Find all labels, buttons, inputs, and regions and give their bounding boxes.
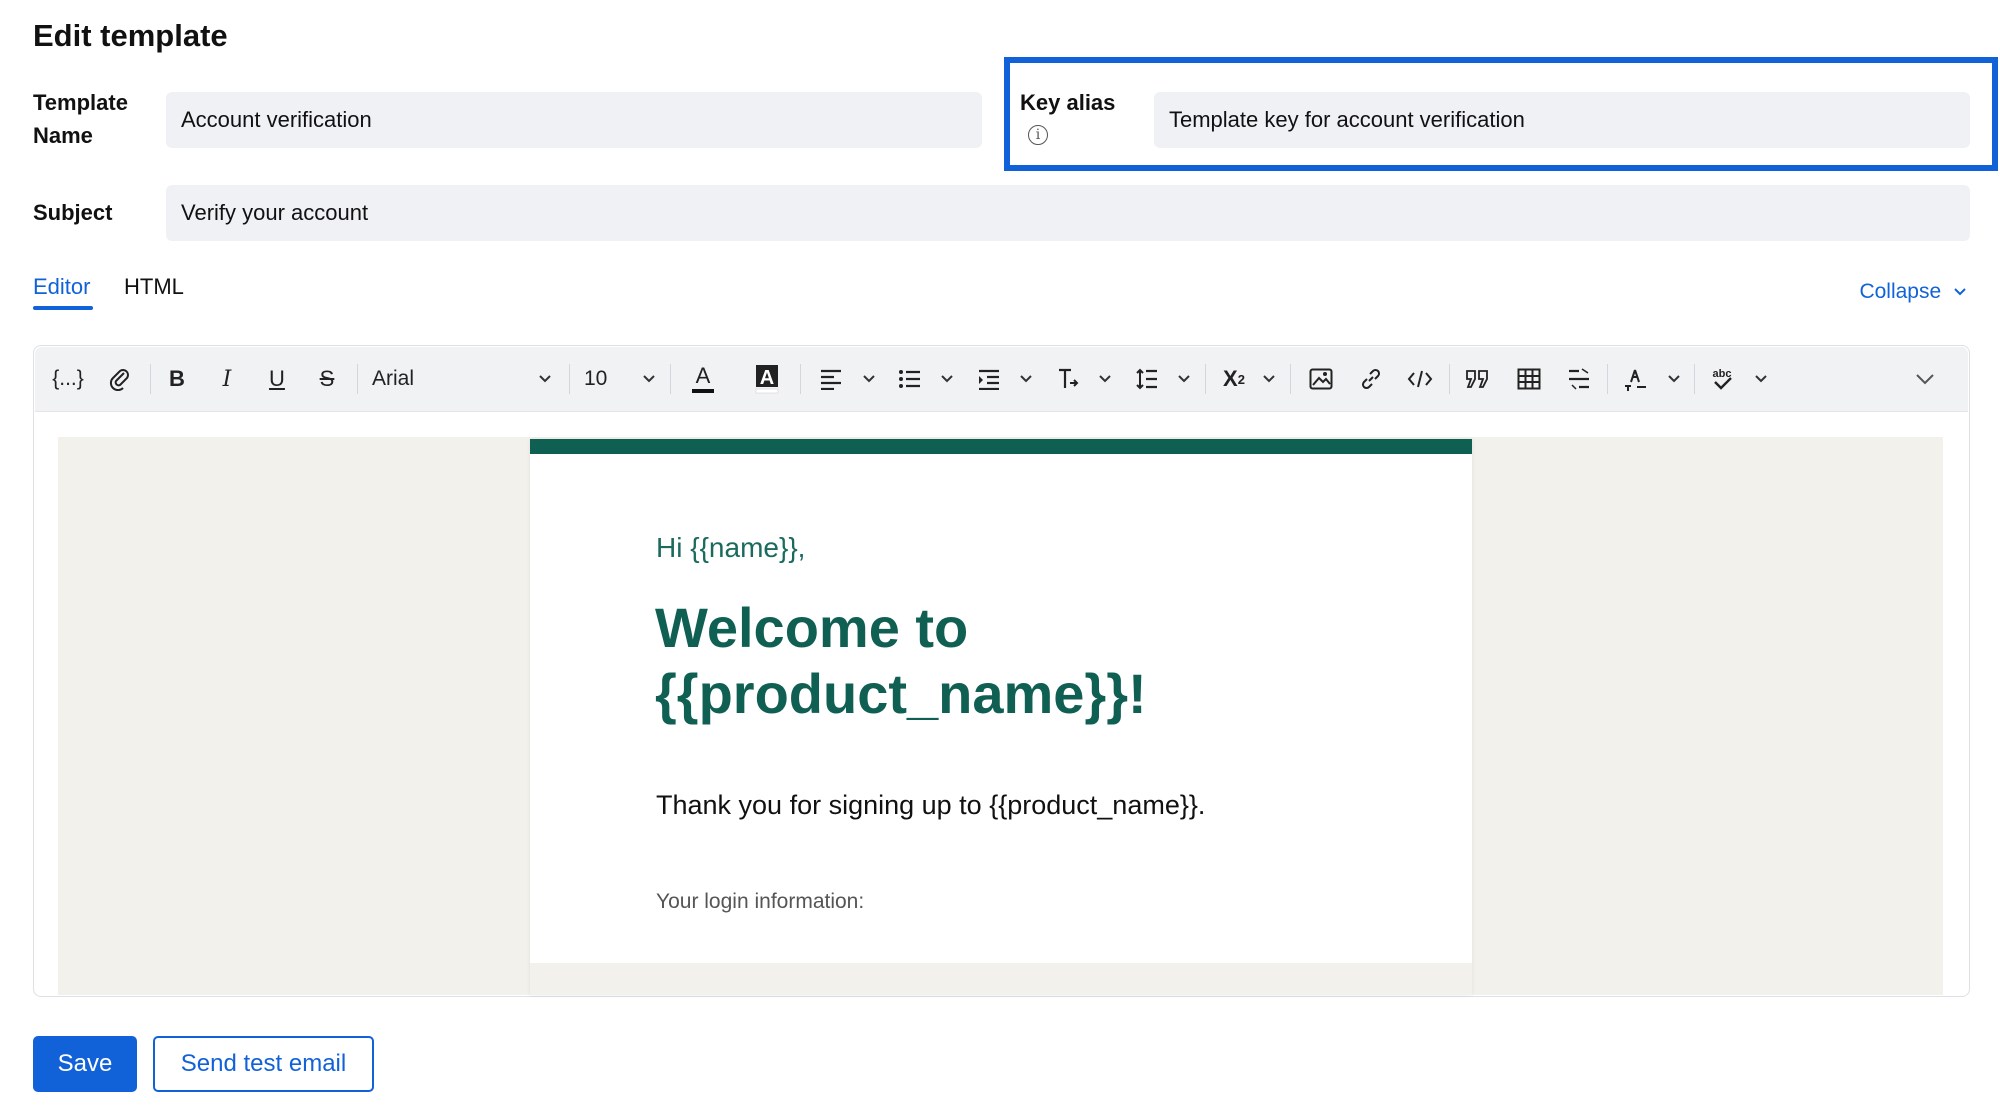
key-alias-value: Template key for account verification: [1169, 107, 1525, 132]
chevron-down-icon[interactable]: [1177, 362, 1191, 396]
chevron-down-icon[interactable]: [1098, 362, 1112, 396]
attachment-icon[interactable]: [104, 358, 136, 400]
email-headline-line1: Welcome to: [655, 596, 969, 659]
text-direction-icon[interactable]: [1620, 358, 1652, 400]
chevron-down-icon: [642, 374, 656, 384]
save-button[interactable]: Save: [33, 1036, 137, 1092]
svg-text:A: A: [696, 363, 711, 388]
underline-icon[interactable]: U: [263, 358, 291, 400]
template-name-label: Template Name: [33, 86, 128, 152]
template-name-value: Account verification: [181, 107, 372, 132]
code-icon[interactable]: [1404, 358, 1436, 400]
link-icon[interactable]: [1356, 358, 1386, 400]
spellcheck-icon[interactable]: abc: [1707, 358, 1739, 400]
collapse-label: Collapse: [1859, 280, 1942, 303]
email-greeting: Hi {{name}},: [656, 532, 806, 563]
key-alias-label: Key alias: [1020, 90, 1116, 115]
chevron-down-icon[interactable]: [1667, 362, 1681, 396]
email-header-bar: [530, 439, 1472, 454]
key-alias-input[interactable]: Template key for account verification: [1154, 92, 1970, 148]
chevron-down-icon: [1953, 287, 1967, 297]
chevron-down-icon[interactable]: [940, 362, 954, 396]
strikethrough-icon[interactable]: S: [313, 358, 341, 400]
info-icon[interactable]: i: [1028, 125, 1048, 145]
horizontal-rule-icon[interactable]: [1564, 358, 1594, 400]
send-test-email-button[interactable]: Send test email: [153, 1036, 374, 1092]
email-body-text: Thank you for signing up to {{product_na…: [656, 790, 1206, 820]
subject-input[interactable]: Verify your account: [166, 185, 1970, 241]
tab-editor[interactable]: Editor: [33, 272, 90, 302]
font-size-select[interactable]: 10: [584, 358, 656, 400]
template-name-label-line1: Template: [33, 90, 128, 115]
chevron-down-icon[interactable]: [1754, 362, 1768, 396]
font-family-value: Arial: [372, 367, 415, 390]
font-size-value: 10: [584, 367, 608, 390]
superscript-icon[interactable]: X2: [1217, 358, 1251, 400]
image-icon[interactable]: [1306, 358, 1336, 400]
template-name-label-line2: Name: [33, 123, 93, 148]
svg-text:abc: abc: [1713, 368, 1732, 380]
chevron-down-icon: [538, 374, 552, 384]
chevron-down-icon[interactable]: [1019, 362, 1033, 396]
email-footer-strip: [530, 963, 1472, 995]
more-chevron-icon[interactable]: [1915, 362, 1935, 396]
bold-icon[interactable]: B: [163, 358, 191, 400]
clear-format-icon[interactable]: [1053, 358, 1083, 400]
align-icon[interactable]: [816, 358, 846, 400]
italic-icon[interactable]: I: [213, 358, 241, 400]
indent-icon[interactable]: [974, 358, 1004, 400]
subject-value: Verify your account: [181, 200, 369, 225]
page-title: Edit template: [33, 18, 228, 53]
bullet-list-icon[interactable]: [895, 358, 925, 400]
chevron-down-icon[interactable]: [862, 362, 876, 396]
template-name-input[interactable]: Account verification: [166, 92, 982, 148]
tab-editor-underline: [33, 306, 93, 310]
font-color-icon[interactable]: A: [688, 358, 718, 400]
table-icon[interactable]: [1514, 358, 1544, 400]
chevron-down-icon[interactable]: [1262, 362, 1276, 396]
highlight-icon[interactable]: A: [752, 358, 782, 400]
subject-label: Subject: [33, 200, 113, 225]
collapse-toggle[interactable]: Collapse: [1859, 280, 1967, 304]
placeholder-icon[interactable]: {...}: [46, 358, 90, 400]
tab-html[interactable]: HTML: [124, 272, 184, 302]
quote-icon[interactable]: [1462, 358, 1494, 400]
svg-text:A: A: [760, 367, 774, 389]
email-headline: Welcome to {{product_name}}!: [655, 595, 1415, 727]
email-login-info: Your login information:: [656, 890, 865, 913]
line-height-icon[interactable]: [1132, 358, 1162, 400]
email-headline-line2: {{product_name}}!: [655, 662, 1147, 725]
font-family-select[interactable]: Arial: [372, 358, 552, 400]
